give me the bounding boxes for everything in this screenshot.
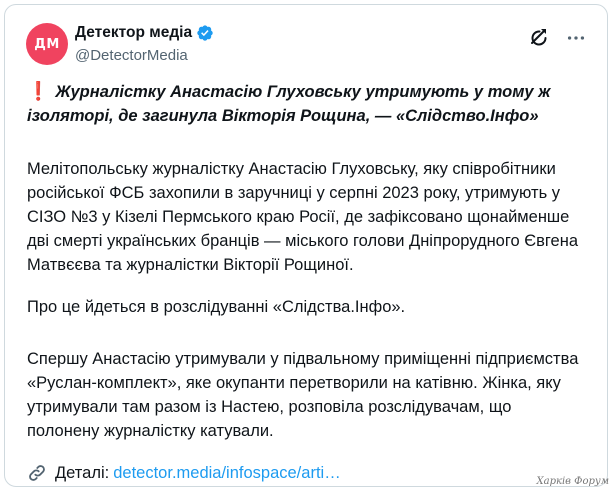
- exclamation-icon: ❗: [27, 81, 50, 101]
- verified-badge-icon: [197, 25, 213, 41]
- author-name-row[interactable]: Детектор медіа: [75, 23, 214, 43]
- details-row: Деталі: detector.media/infospace/arti…: [27, 461, 587, 485]
- post-header: ДМ Детектор медіа @DetectorMedia: [23, 23, 593, 67]
- post-body: ❗ Журналістку Анастасію Глуховську утриму…: [27, 79, 587, 482]
- post-headline-text: Журналістку Анастасію Глуховську утримую…: [27, 83, 551, 125]
- post-paragraph-3: Спершу Анастасію утримували у підвальном…: [27, 350, 579, 440]
- details-label: Деталі:: [55, 464, 110, 482]
- post-paragraph-2: Про це йдеться в розслідуванні «Слідства…: [27, 298, 406, 316]
- grok-icon[interactable]: [527, 26, 551, 50]
- post-card: ДМ Детектор медіа @DetectorMedia ❗ Журна…: [4, 4, 608, 487]
- author-info: Детектор медіа @DetectorMedia: [75, 23, 214, 66]
- post-headline: ❗ Журналістку Анастасію Глуховську утриму…: [27, 79, 587, 128]
- author-handle[interactable]: @DetectorMedia: [75, 46, 214, 66]
- details-link[interactable]: detector.media/infospace/arti…: [113, 461, 340, 485]
- link-icon: [29, 465, 45, 481]
- avatar[interactable]: ДМ: [26, 23, 68, 65]
- avatar-text: ДМ: [34, 36, 60, 52]
- more-icon[interactable]: [563, 25, 589, 51]
- watermark: Харків Форум: [536, 476, 609, 487]
- post-paragraph-1: Мелітопольську журналістку Анастасію Глу…: [27, 160, 579, 274]
- author-display-name[interactable]: Детектор медіа: [75, 23, 192, 43]
